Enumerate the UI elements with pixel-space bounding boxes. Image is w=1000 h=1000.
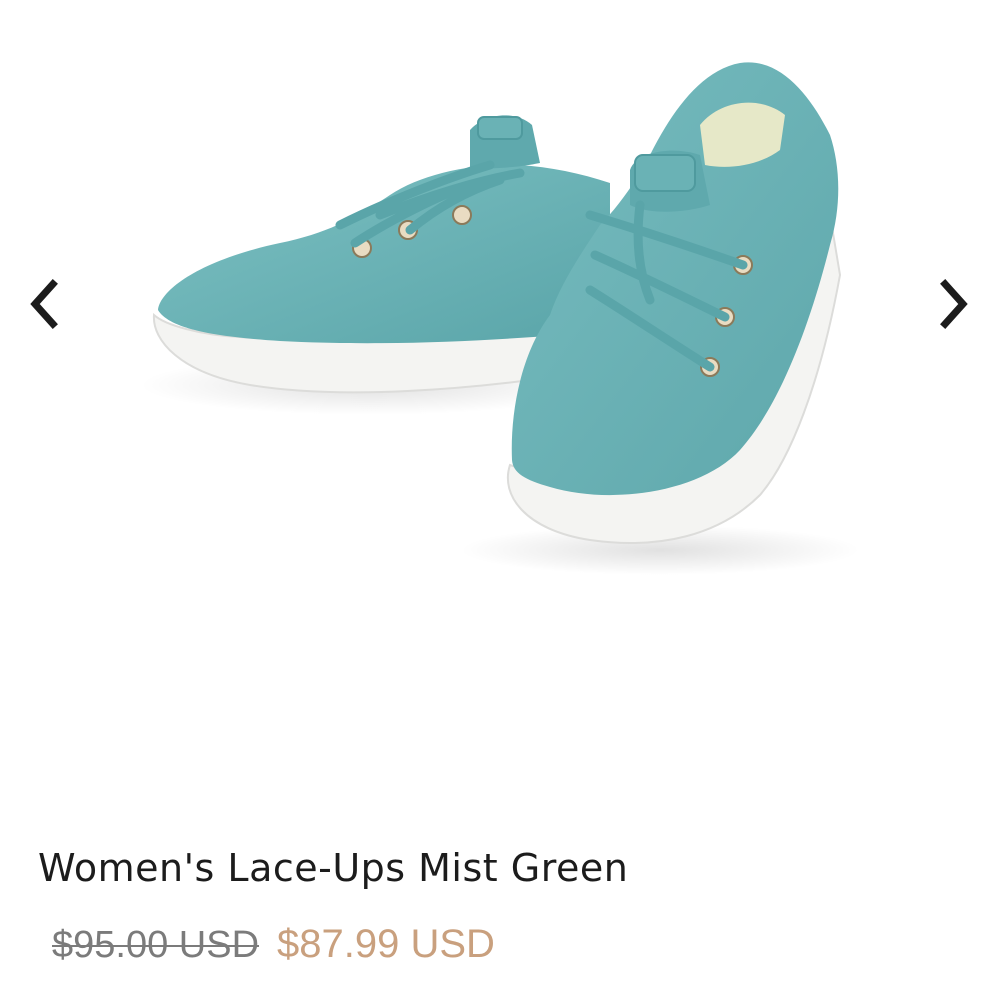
chevron-left-icon: [25, 278, 65, 333]
carousel-prev-button[interactable]: [20, 270, 70, 340]
chevron-right-icon: [933, 278, 973, 333]
product-image[interactable]: [140, 55, 870, 575]
product-page: Women's Lace-Ups Mist Green $95.00 USD $…: [0, 0, 1000, 1000]
original-price: $95.00 USD: [52, 924, 260, 966]
price-row: $95.00 USD $87.99 USD: [52, 922, 495, 967]
product-image-carousel: [0, 0, 1000, 640]
sale-price: $87.99 USD: [277, 922, 495, 966]
carousel-next-button[interactable]: [928, 270, 978, 340]
product-title: Women's Lace-Ups Mist Green: [38, 846, 629, 890]
